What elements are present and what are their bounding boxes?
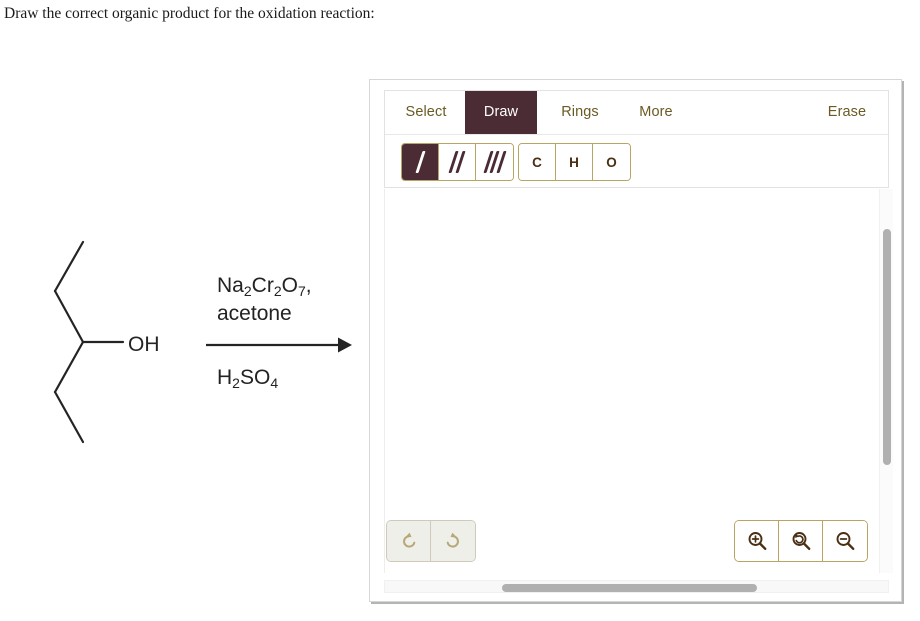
canvas-horizontal-scrollbar[interactable] <box>384 580 889 593</box>
double-bond-icon <box>447 151 467 173</box>
reaction-arrow <box>206 337 352 353</box>
double-bond-button[interactable] <box>439 144 476 180</box>
tab-more[interactable]: More <box>623 91 689 134</box>
single-bond-button[interactable] <box>402 144 439 180</box>
page-title: Draw the correct organic product for the… <box>4 5 375 22</box>
reagent-h: H <box>217 366 233 389</box>
redo-arrow-icon <box>446 532 459 548</box>
reactant-structure-pentan-3-ol <box>53 240 125 444</box>
undo-arrow-icon <box>402 532 415 548</box>
toolbar-tab-row: Select Draw Rings More Erase <box>385 91 888 135</box>
magnifier-reset-icon <box>792 532 810 550</box>
single-bond-icon <box>410 151 430 173</box>
reagent-comma: , <box>305 274 312 297</box>
molecular-drawing-tool-panel: Select Draw Rings More Erase C H O <box>369 79 902 602</box>
triple-bond-icon <box>482 151 506 173</box>
tab-select[interactable]: Select <box>389 91 463 134</box>
bond-c2-c3 <box>53 289 85 344</box>
element-tool-group: C H O <box>518 143 631 181</box>
reaction-scheme-svg: OH <box>53 240 352 444</box>
vertical-scrollbar-thumb[interactable] <box>883 229 891 465</box>
toolbar-tool-row: C H O <box>385 135 888 188</box>
element-carbon-button[interactable]: C <box>519 144 556 180</box>
reagent-h-sub: 2 <box>232 374 240 391</box>
hydroxyl-label: OH <box>128 333 160 356</box>
reagent-oxidant: Na2Cr2O7, <box>217 272 312 300</box>
bond-c1-c2 <box>53 240 85 293</box>
bond-c4-c5 <box>53 390 85 444</box>
reaction-scheme: OH <box>0 220 360 480</box>
undo-button[interactable] <box>387 521 431 561</box>
reagent-na-sub: 2 <box>243 282 252 299</box>
tab-erase[interactable]: Erase <box>808 91 886 134</box>
reagent-o: O <box>281 274 298 297</box>
magnifier-minus-icon <box>836 532 855 550</box>
history-button-group <box>386 520 476 562</box>
element-oxygen-button[interactable]: O <box>593 144 630 180</box>
horizontal-scrollbar-thumb[interactable] <box>502 584 757 592</box>
redo-button[interactable] <box>431 521 475 561</box>
bond-tool-group <box>401 143 514 181</box>
magnifier-plus-icon <box>748 532 766 550</box>
reagents-above-arrow: Na2Cr2O7, acetone <box>217 272 312 327</box>
drawing-canvas[interactable] <box>384 189 889 573</box>
element-hydrogen-button[interactable]: H <box>556 144 593 180</box>
canvas-vertical-scrollbar[interactable] <box>879 189 893 573</box>
zoom-reset-button[interactable] <box>779 521 823 561</box>
reagent-so-sub: 4 <box>270 374 279 391</box>
reagent-na: Na <box>217 274 244 297</box>
zoom-button-group <box>734 520 868 562</box>
zoom-out-button[interactable] <box>823 521 867 561</box>
drawing-toolbar: Select Draw Rings More Erase C H O <box>384 90 889 188</box>
zoom-in-button[interactable] <box>735 521 779 561</box>
reagent-so: SO <box>239 366 271 389</box>
reagent-cr-sub: 2 <box>273 282 282 299</box>
reagents-below-arrow: H2SO4 <box>217 364 278 392</box>
tab-rings[interactable]: Rings <box>545 91 615 134</box>
bond-c3-c4 <box>53 340 85 394</box>
reagent-cr: Cr <box>251 274 274 297</box>
tab-draw[interactable]: Draw <box>465 91 537 134</box>
triple-bond-button[interactable] <box>476 144 513 180</box>
reagent-o-sub: 7 <box>297 282 306 299</box>
reagent-solvent: acetone <box>217 302 292 326</box>
